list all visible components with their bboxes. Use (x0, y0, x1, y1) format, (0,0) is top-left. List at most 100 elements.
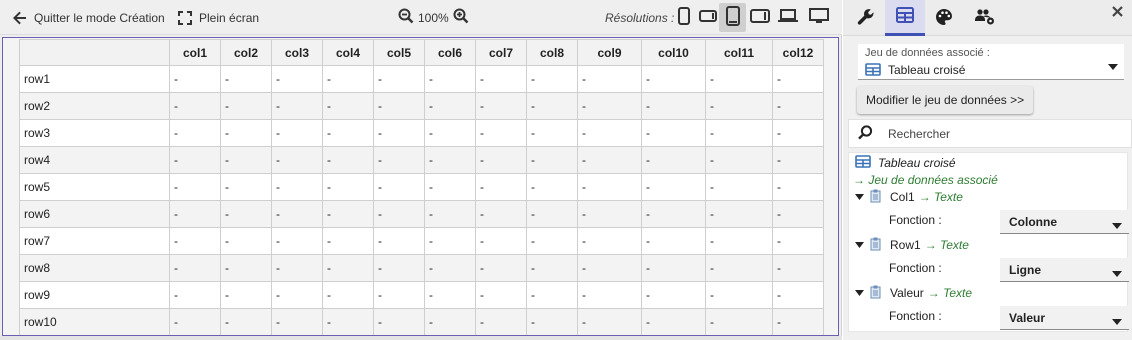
column-header: col3 (271, 39, 323, 66)
zoom-in-icon[interactable] (453, 8, 469, 27)
tab-data[interactable] (885, 0, 925, 36)
function-label: Fonction : (889, 309, 942, 323)
table-cell: - (169, 227, 221, 255)
caret-down-icon[interactable] (854, 194, 864, 200)
table-cell: - (373, 308, 425, 335)
tab-properties[interactable] (846, 0, 886, 36)
resolution-tablet-portrait-button[interactable] (719, 3, 746, 32)
tree-field-col1: Col1 → Texte (854, 189, 963, 205)
function-select-valeur[interactable]: Valeur (1000, 306, 1129, 330)
field-type: → Texte (927, 286, 973, 300)
fullscreen-button[interactable]: Plein écran (177, 0, 259, 35)
table-row: row9- - - - - - - - - - - - (19, 281, 824, 309)
table-cell: - (373, 65, 425, 93)
table-cell: - (424, 281, 476, 309)
row-header: row1 (19, 65, 170, 93)
function-value: Valeur (1009, 310, 1046, 325)
table-cell: - (641, 146, 706, 174)
table-row: row3- - - - - - - - - - - - (19, 119, 824, 147)
tree-assoc-label: → Jeu de données associé (853, 173, 998, 187)
search-input[interactable] (888, 126, 1108, 141)
table-cell: - (322, 254, 374, 282)
table-cell: - (526, 146, 578, 174)
table-cell: - (475, 200, 527, 228)
column-header: col2 (220, 39, 272, 66)
table-cell: - (705, 146, 773, 174)
resolution-tablet-landscape-button[interactable] (746, 3, 773, 32)
table-cell: - (169, 146, 221, 174)
app-root: Quitter le mode Création Plein écran 100… (0, 0, 1132, 340)
table-cell: - (772, 65, 824, 93)
tab-permissions[interactable] (965, 0, 1005, 36)
table-cell: - (641, 92, 706, 120)
close-panel-button[interactable] (1108, 4, 1126, 22)
crosstab-component-frame[interactable]: col1 col2 col3 col4 col5 col6 col7 col8 col9 col1… (2, 37, 839, 336)
function-select-col1[interactable]: Colonne (1000, 210, 1129, 234)
table-cell: - (705, 119, 773, 147)
table-row: row4- - - - - - - - - - - - (19, 146, 824, 174)
clipboard-icon (870, 237, 881, 254)
function-select-row1[interactable]: Ligne (1000, 258, 1129, 282)
table-cell: - (271, 254, 323, 282)
table-cell: - (220, 92, 272, 120)
table-cell: - (772, 227, 824, 255)
tablet-landscape-icon (749, 9, 770, 26)
arrow-left-icon (12, 10, 28, 26)
table-cell: - (424, 173, 476, 201)
table-cell: - (424, 308, 476, 335)
resolution-phone-landscape-button[interactable] (694, 3, 721, 32)
table-cell: - (526, 227, 578, 255)
table-cell: - (641, 227, 706, 255)
column-header: col8 (526, 39, 578, 66)
quit-design-mode-button[interactable]: Quitter le mode Création (12, 0, 165, 35)
tab-style[interactable] (924, 0, 964, 36)
zoom-out-icon[interactable] (398, 8, 414, 27)
resolution-desktop-button[interactable] (805, 3, 832, 32)
table-cell: - (373, 281, 425, 309)
table-row: row1- - - - - - - - - - - - (19, 65, 824, 93)
dataset-select[interactable]: Jeu de données associé : Tableau croisé (858, 44, 1124, 80)
table-cell: - (772, 200, 824, 228)
table-cell: - (526, 65, 578, 93)
table-cell: - (641, 200, 706, 228)
table-cell: - (322, 227, 374, 255)
table-cell: - (169, 173, 221, 201)
table-cell: - (475, 173, 527, 201)
resolution-phone-portrait-button[interactable] (670, 3, 697, 32)
table-cell: - (424, 200, 476, 228)
table-cell: - (705, 200, 773, 228)
table-cell: - (220, 281, 272, 309)
table-cell: - (772, 308, 824, 335)
table-cell: - (705, 281, 773, 309)
table-cell: - (220, 227, 272, 255)
column-header: col9 (577, 39, 642, 66)
field-name: Row1 (890, 238, 921, 252)
caret-down-icon[interactable] (854, 242, 864, 248)
resolution-laptop-button[interactable] (774, 3, 801, 32)
desktop-monitor-icon (808, 8, 829, 27)
column-header: col1 (169, 39, 221, 66)
table-header-row: col1 col2 col3 col4 col5 col6 col7 col8 col9 col1… (19, 39, 824, 66)
table-cell: - (322, 173, 374, 201)
table-cell: - (475, 308, 527, 335)
zoom-control: 100% (398, 0, 469, 35)
row-header: row7 (19, 227, 170, 255)
table-cell: - (577, 92, 642, 120)
table-cell: - (373, 146, 425, 174)
fullscreen-label: Plein écran (199, 10, 260, 25)
modify-dataset-button[interactable]: Modifier le jeu de données >> (857, 86, 1034, 114)
column-header: col10 (641, 39, 706, 66)
table-cell: - (373, 119, 425, 147)
table-cell: - (271, 65, 323, 93)
table-cell: - (475, 92, 527, 120)
table-cell: - (169, 92, 221, 120)
table-cell: - (271, 227, 323, 255)
tree-root-label: Tableau croisé (878, 156, 956, 170)
table-cell: - (271, 281, 323, 309)
function-label: Fonction : (889, 261, 942, 275)
clipboard-icon (870, 189, 881, 206)
table-cell: - (424, 146, 476, 174)
caret-down-icon[interactable] (854, 290, 864, 296)
search-box (848, 119, 1132, 148)
table-row: row10- - - - - - - - - - - - (19, 308, 824, 335)
